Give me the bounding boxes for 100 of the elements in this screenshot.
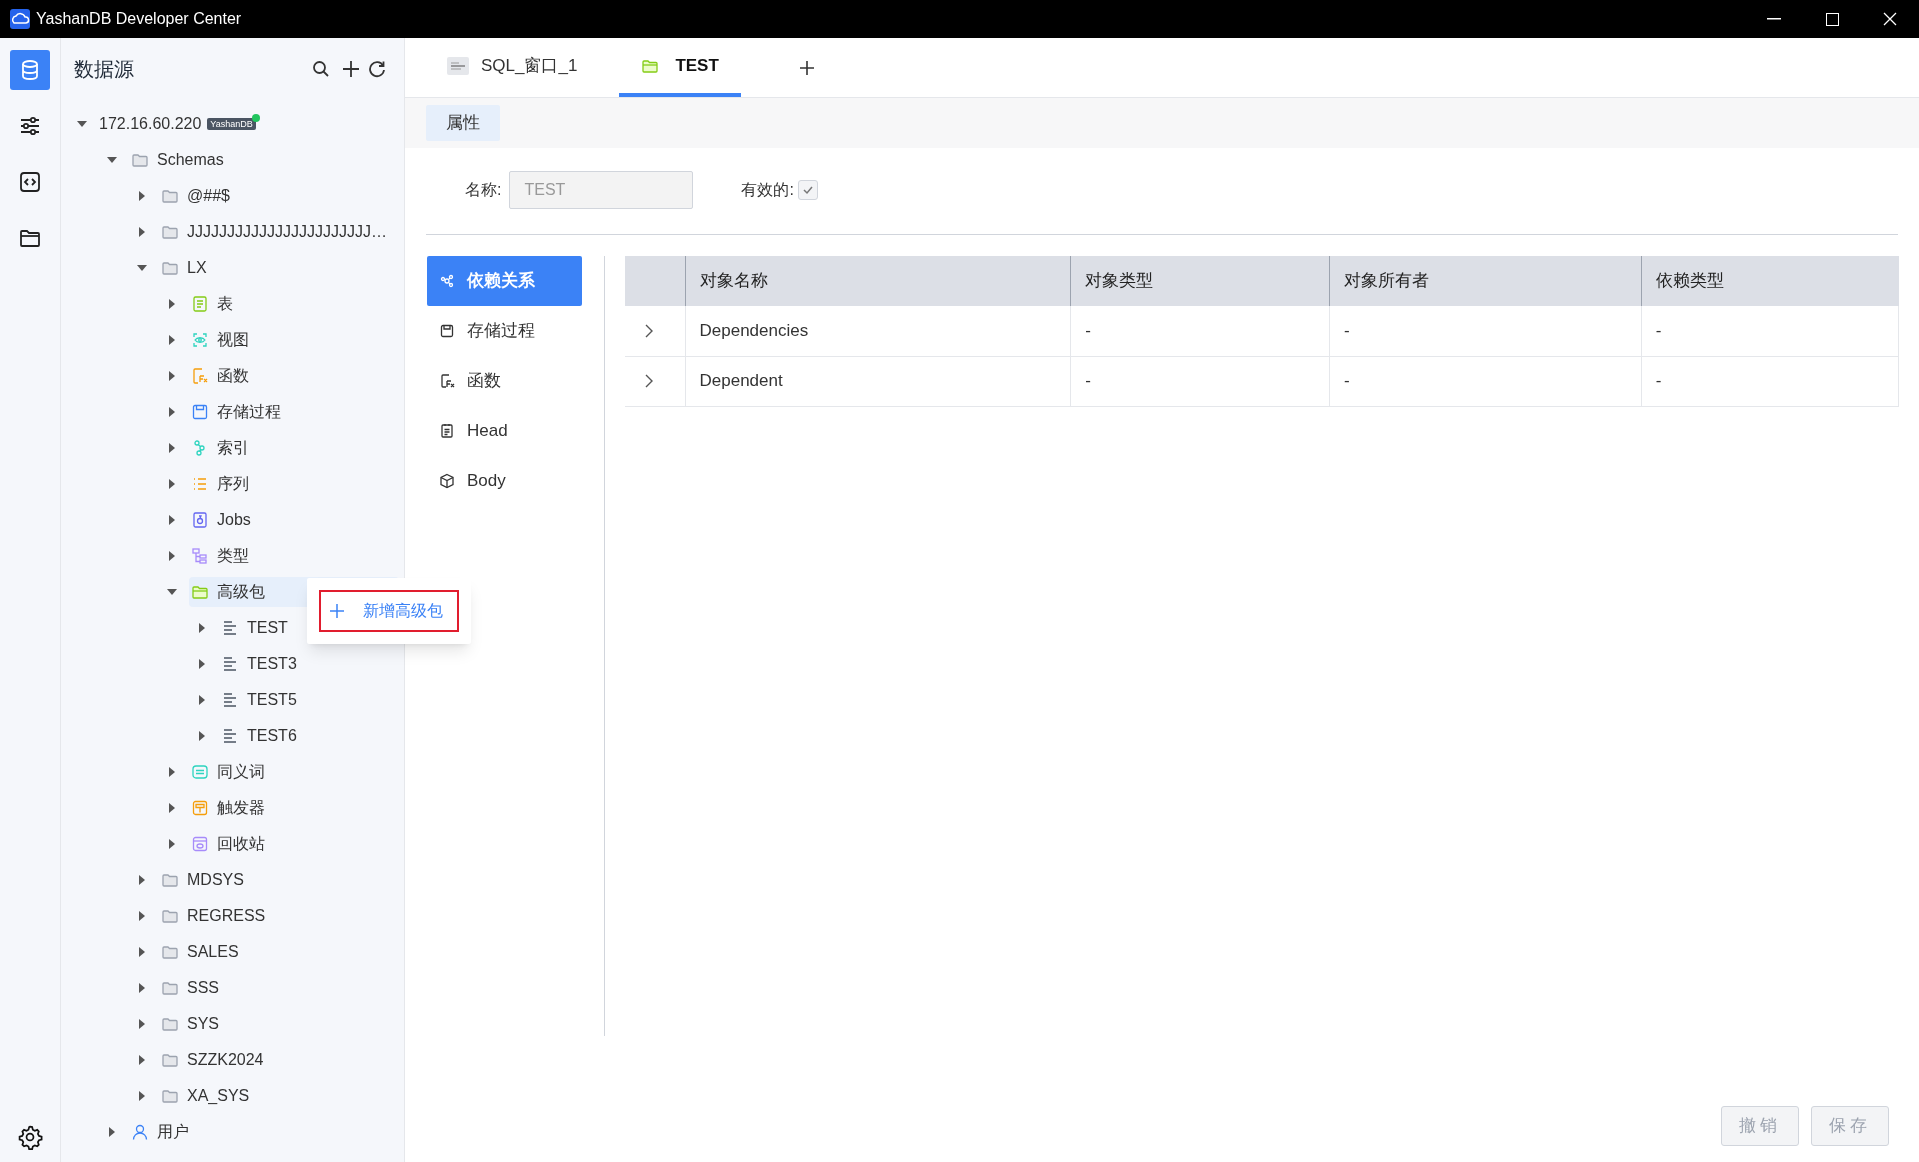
column-header: 依赖类型 [1641, 256, 1899, 306]
caret-icon[interactable] [197, 659, 207, 669]
valid-label: 有效的: [741, 180, 794, 200]
caret-icon[interactable] [167, 587, 177, 597]
sliders-icon [18, 114, 42, 138]
tree-item[interactable]: LX [159, 253, 213, 283]
caret-icon[interactable] [167, 299, 177, 309]
nav-item[interactable]: Body [427, 456, 582, 506]
caret-icon[interactable] [167, 479, 177, 489]
nav-item[interactable]: 函数 [427, 356, 582, 406]
caret-icon[interactable] [167, 515, 177, 525]
folder-icon [161, 907, 179, 925]
maximize-icon [1825, 12, 1839, 26]
nav-item[interactable]: 依赖关系 [427, 256, 582, 306]
tree-item[interactable]: 回收站 [189, 829, 271, 859]
expand-chevron-icon[interactable] [643, 374, 655, 388]
tree-item[interactable]: TEST6 [219, 721, 303, 751]
caret-icon[interactable] [137, 1091, 147, 1101]
tree-item[interactable]: 存储过程 [189, 397, 287, 427]
job-icon [191, 511, 209, 529]
caret-icon[interactable] [167, 371, 177, 381]
open-folder-icon [191, 583, 209, 601]
caret-icon[interactable] [167, 335, 177, 345]
caret-icon[interactable] [167, 839, 177, 849]
folder-icon [161, 1015, 179, 1033]
caret-icon[interactable] [107, 155, 117, 165]
caret-icon[interactable] [137, 191, 147, 201]
tree-item[interactable]: SZZK2024 [159, 1045, 270, 1075]
caret-icon[interactable] [107, 1127, 117, 1137]
clipboard-icon [439, 423, 455, 439]
tree-item[interactable]: SYS [159, 1009, 225, 1039]
tree-item[interactable]: JJJJJJJJJJJJJJJJJJJJJJJ… [159, 217, 393, 247]
caret-icon[interactable] [197, 623, 207, 633]
tree-item[interactable]: 表 [189, 289, 239, 319]
table-cell: - [1641, 306, 1899, 356]
caret-icon[interactable] [167, 407, 177, 417]
caret-icon[interactable] [167, 551, 177, 561]
sql-file-icon [447, 56, 469, 75]
tree-item[interactable]: Jobs [189, 505, 257, 535]
tree-item[interactable]: TEST3 [219, 649, 303, 679]
caret-icon[interactable] [137, 263, 147, 273]
tree-item[interactable]: 172.16.60.220 YashanDB [99, 109, 262, 139]
tree-item[interactable]: 同义词 [189, 757, 271, 787]
eye-icon [191, 331, 209, 349]
tree-item[interactable]: XA_SYS [159, 1081, 256, 1111]
tab[interactable]: SQL_窗口_1 [425, 38, 600, 97]
valid-checkbox[interactable] [797, 180, 818, 200]
folder-icon [161, 871, 179, 889]
tree-item[interactable]: 视图 [189, 325, 255, 355]
caret-icon[interactable] [167, 803, 177, 813]
tree-item[interactable]: SALES [159, 937, 245, 967]
tree-item[interactable]: 用户 [129, 1117, 195, 1147]
nav-item[interactable]: 存储过程 [427, 306, 582, 356]
caret-icon[interactable] [137, 947, 147, 957]
database-rail-button[interactable] [10, 50, 50, 90]
close-icon [1883, 12, 1897, 26]
folder-icon [161, 1087, 179, 1105]
tree-item[interactable]: Schemas [129, 145, 230, 175]
folder-icon [161, 259, 179, 277]
caret-icon[interactable] [137, 983, 147, 993]
folder-icon [161, 979, 179, 997]
folder-icon [161, 223, 179, 241]
check-icon [801, 184, 814, 196]
add-tab-icon[interactable] [798, 59, 815, 76]
refresh-icon[interactable] [368, 60, 386, 78]
caret-icon[interactable] [77, 119, 87, 129]
tab[interactable]: 属性 [426, 105, 500, 141]
column-header: 对象类型 [1070, 256, 1330, 306]
table-cell: - [1329, 356, 1642, 406]
caret-icon[interactable] [137, 1019, 147, 1029]
caret-icon[interactable] [197, 695, 207, 705]
list-icon [191, 475, 209, 493]
tree-item[interactable]: 触发器 [189, 793, 271, 823]
search-icon[interactable] [312, 60, 330, 78]
caret-icon[interactable] [137, 911, 147, 921]
tree-item[interactable]: 索引 [189, 433, 255, 463]
caret-icon[interactable] [137, 1055, 147, 1065]
tree-item[interactable]: MDSYS [159, 865, 250, 895]
nav-item[interactable]: Head [427, 406, 582, 456]
caret-icon[interactable] [137, 875, 147, 885]
add-icon[interactable] [342, 60, 360, 78]
table-icon [191, 295, 209, 313]
tree-item[interactable]: REGRESS [159, 901, 272, 931]
window-title: YashanDB Developer Center [36, 9, 242, 29]
recycle-bin-icon [191, 835, 209, 853]
caret-icon[interactable] [167, 767, 177, 777]
tree-item[interactable]: 函数 [189, 361, 255, 391]
settings-icon[interactable] [17, 1124, 43, 1150]
tree-item[interactable]: 序列 [189, 469, 255, 499]
tree-item[interactable]: 类型 [189, 541, 255, 571]
caret-icon[interactable] [167, 443, 177, 453]
card-icon [191, 763, 209, 781]
tree-item[interactable]: SSS [159, 973, 225, 1003]
caret-icon[interactable] [197, 731, 207, 741]
caret-icon[interactable] [137, 227, 147, 237]
tree-item[interactable]: @##$ [159, 181, 236, 211]
expand-chevron-icon[interactable] [643, 323, 655, 338]
tree-item[interactable]: TEST [219, 613, 294, 643]
table-cell: - [1641, 356, 1899, 406]
tree-item[interactable]: TEST5 [219, 685, 303, 715]
